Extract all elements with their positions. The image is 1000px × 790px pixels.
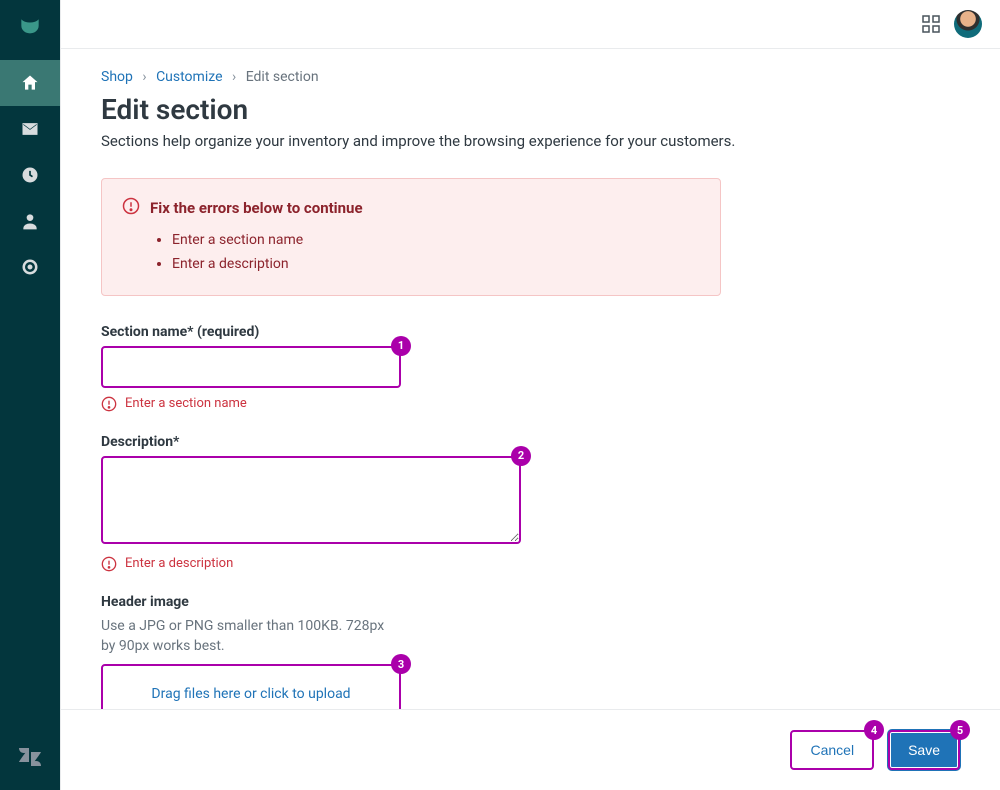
sidebar-item-user[interactable]	[0, 198, 60, 244]
annotation-badge: 3	[391, 654, 411, 674]
zendesk-logo-icon	[17, 744, 43, 774]
header-image-hint: Use a JPG or PNG smaller than 100KB. 728…	[101, 616, 401, 657]
page-title: Edit section	[101, 93, 960, 126]
alert-item: Enter a description	[172, 253, 700, 277]
annotation-badge: 4	[864, 720, 884, 740]
description-textarea[interactable]	[101, 456, 521, 544]
field-description: Description* 2 Enter a description	[101, 434, 960, 572]
alert-error-icon	[122, 197, 140, 219]
sidebar-item-history[interactable]	[0, 152, 60, 198]
description-label: Description*	[101, 434, 960, 450]
section-name-error-text: Enter a section name	[125, 396, 247, 411]
sidebar-item-support[interactable]	[0, 244, 60, 290]
annotation-badge: 1	[391, 336, 411, 356]
breadcrumb-current: Edit section	[246, 69, 319, 85]
field-section-name: Section name* (required) 1 Enter a secti…	[101, 324, 960, 412]
section-name-error: Enter a section name	[101, 396, 960, 412]
page-subtitle: Sections help organize your inventory an…	[101, 132, 960, 150]
main-panel: Shop › Customize › Edit section Edit sec…	[60, 0, 1000, 790]
section-name-input[interactable]	[101, 346, 401, 388]
breadcrumb: Shop › Customize › Edit section	[101, 69, 960, 85]
sidebar	[0, 0, 60, 790]
annotation-badge: 5	[950, 720, 970, 740]
brand-logo-icon	[17, 16, 43, 42]
alert-item: Enter a section name	[172, 229, 700, 253]
upload-text: Drag files here or click to upload	[151, 686, 350, 702]
section-name-label: Section name* (required)	[101, 324, 960, 340]
content: Shop › Customize › Edit section Edit sec…	[61, 49, 1000, 709]
field-header-image: Header image Use a JPG or PNG smaller th…	[101, 594, 960, 709]
topbar	[61, 0, 1000, 48]
annotation-badge: 2	[511, 446, 531, 466]
sidebar-item-mail[interactable]	[0, 106, 60, 152]
breadcrumb-shop[interactable]: Shop	[101, 69, 133, 85]
header-image-label: Header image	[101, 594, 960, 610]
footer: Cancel 4 Save 5	[61, 709, 1000, 790]
chevron-right-icon: ›	[142, 69, 146, 85]
avatar[interactable]	[954, 10, 982, 38]
sidebar-item-home[interactable]	[0, 60, 60, 106]
save-button[interactable]: Save	[888, 730, 960, 770]
alert-title: Fix the errors below to continue	[150, 199, 363, 217]
header-image-upload[interactable]: Drag files here or click to upload	[101, 664, 401, 709]
description-error-text: Enter a description	[125, 556, 233, 571]
apps-grid-icon[interactable]	[922, 15, 940, 33]
description-error: Enter a description	[101, 556, 960, 572]
cancel-button[interactable]: Cancel	[790, 730, 874, 770]
chevron-right-icon: ›	[232, 69, 236, 85]
error-alert: Fix the errors below to continue Enter a…	[101, 178, 721, 296]
breadcrumb-customize[interactable]: Customize	[156, 69, 222, 85]
